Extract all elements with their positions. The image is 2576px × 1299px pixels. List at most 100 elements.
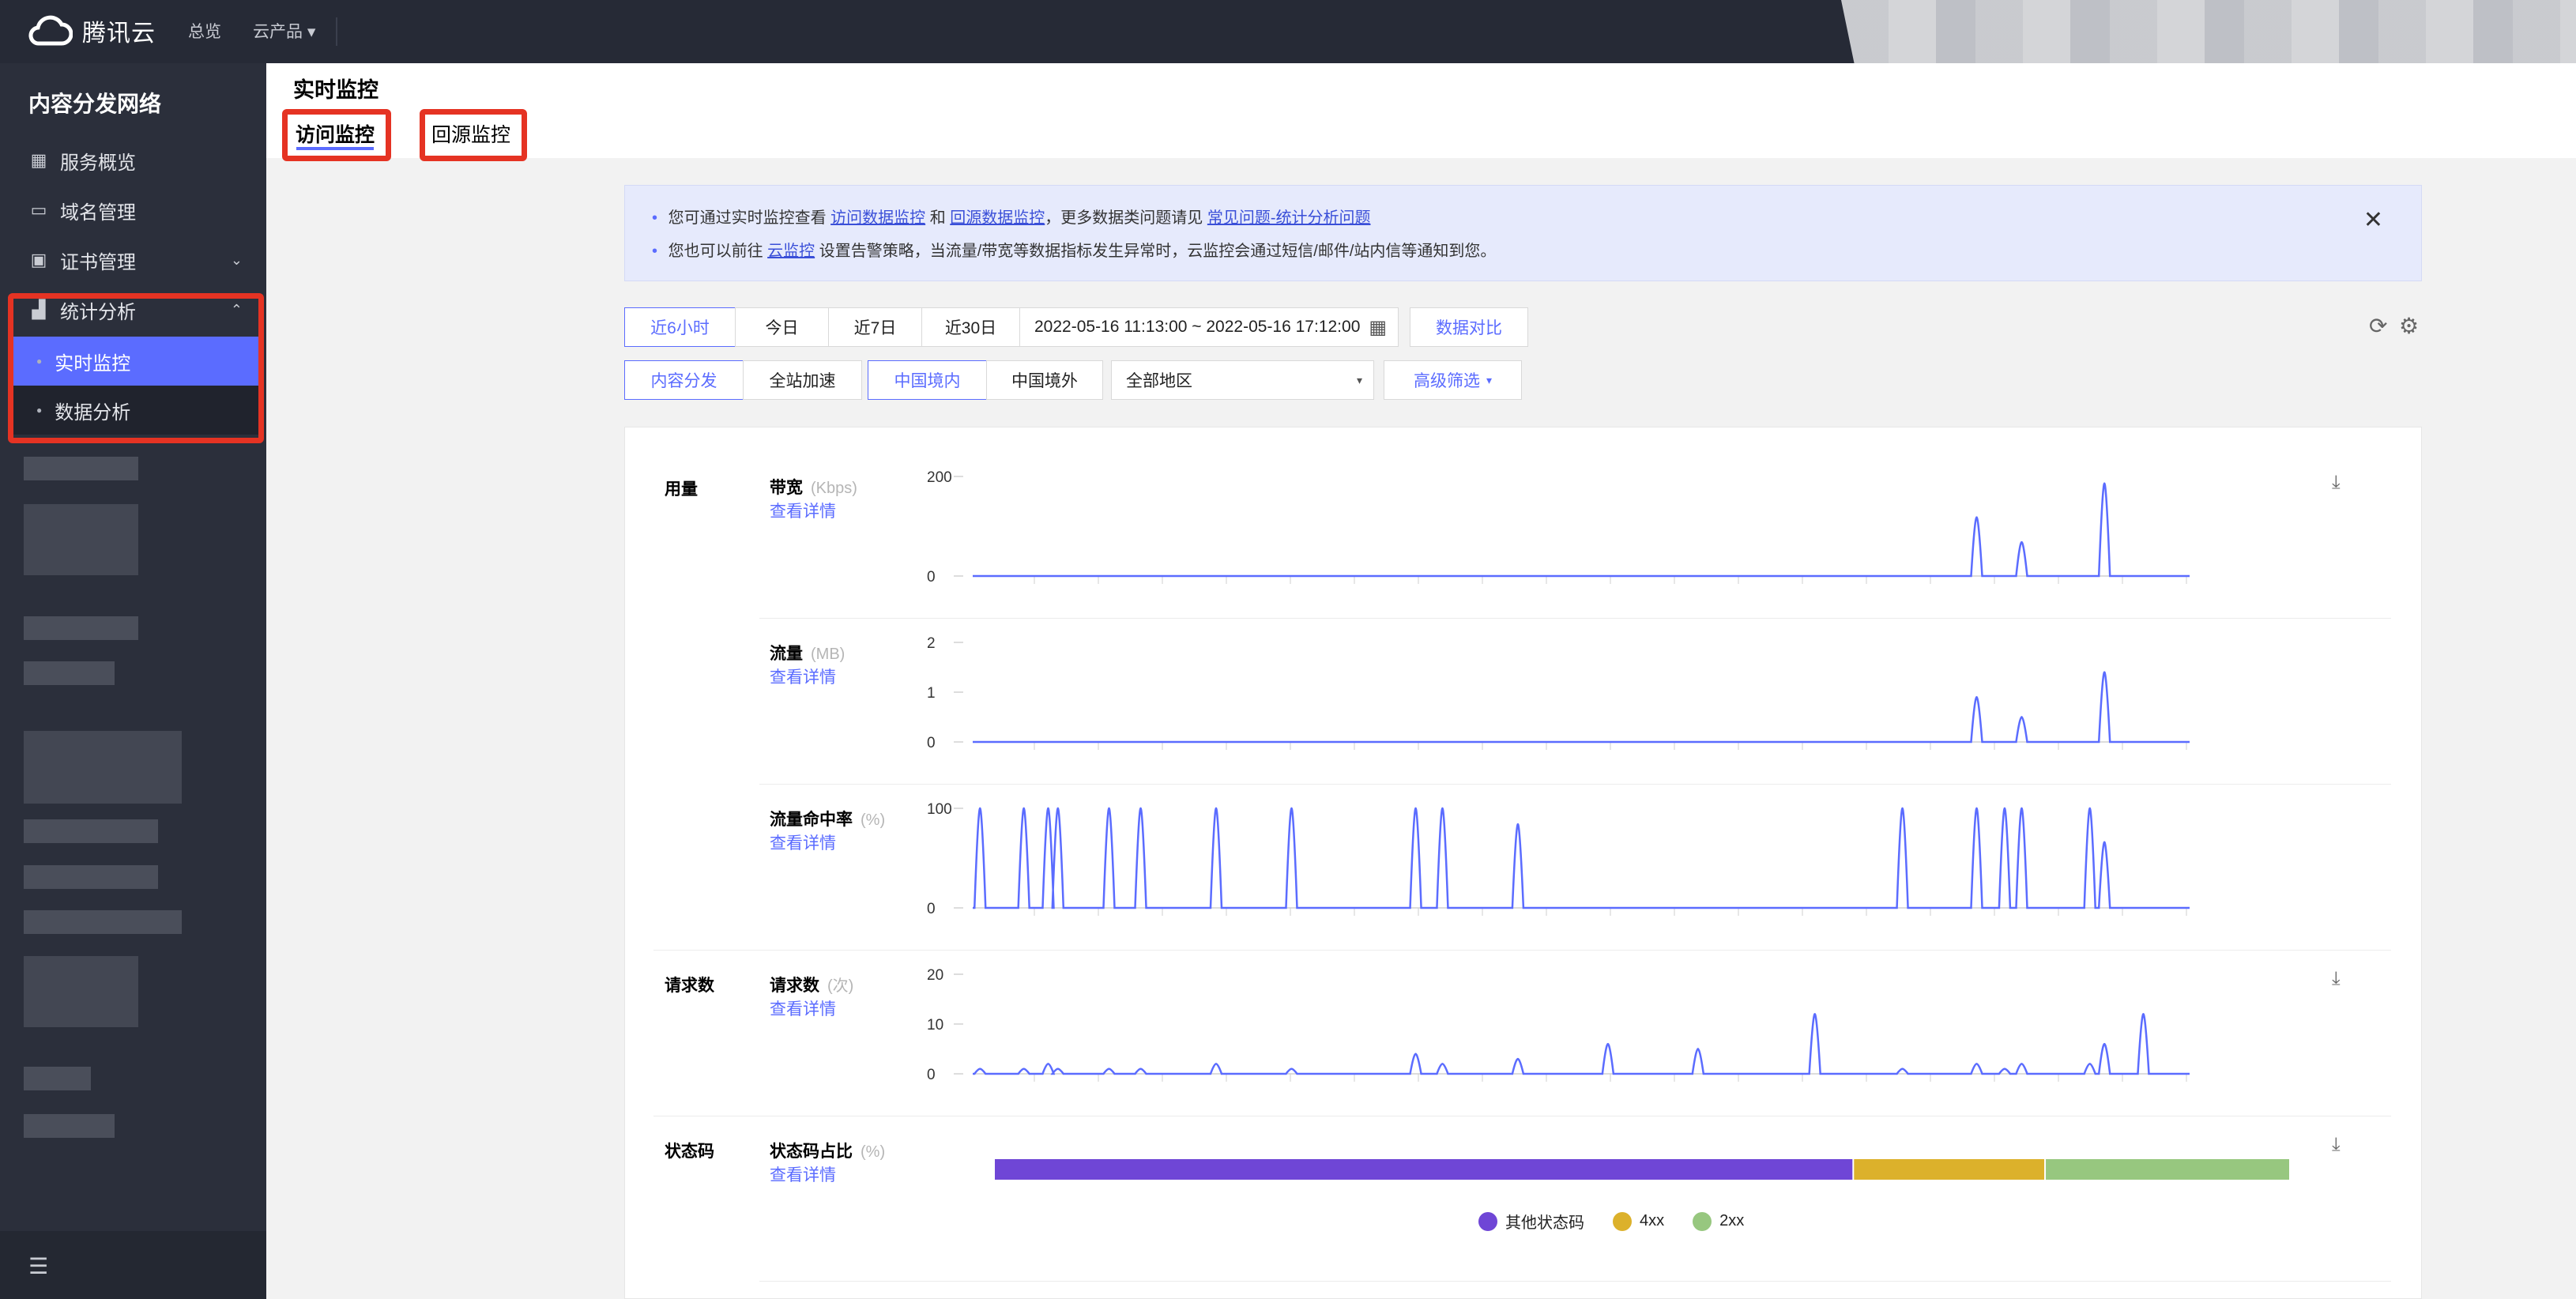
data-point: [1414, 807, 1417, 810]
chevron-down-icon: ▾: [1356, 373, 1362, 386]
close-icon[interactable]: ✕: [2363, 206, 2383, 234]
legend-label: 4xx: [1640, 1212, 1665, 1229]
blurred-menu-item: [24, 1067, 91, 1090]
data-point: [1901, 1067, 1904, 1070]
time-range-30d-button[interactable]: 近30日: [921, 307, 1020, 347]
y-tick-label: 0: [927, 569, 936, 585]
area-select-value: 全部地区: [1126, 372, 1192, 390]
section-divider: [653, 950, 2391, 951]
row-title-text: 带宽: [770, 479, 803, 497]
link-origin-data-monitor[interactable]: 回源数据监控: [950, 209, 1045, 227]
brand-logo[interactable]: 腾讯云: [27, 11, 156, 51]
row-unit: (MB): [811, 646, 845, 663]
gear-icon[interactable]: ⚙: [2399, 313, 2419, 339]
y-tick-label: 10: [927, 1017, 943, 1034]
advanced-filter-button[interactable]: 高级筛选 ▾: [1384, 360, 1522, 400]
highlight-box-tab-origin: [420, 109, 527, 161]
legend-swatch: [1613, 1211, 1632, 1231]
data-point: [1056, 1067, 1059, 1070]
certificate-icon: ▣: [30, 250, 47, 269]
nav-products[interactable]: 云产品 ▾: [253, 19, 315, 43]
data-point: [2088, 807, 2091, 810]
row-divider: [759, 618, 2391, 619]
data-point: [1108, 807, 1110, 810]
service-ecdn-button[interactable]: 全站加速: [743, 360, 862, 400]
row-unit: (次): [827, 977, 854, 995]
legend-item[interactable]: 4xx: [1613, 1211, 1665, 1231]
data-point: [1139, 807, 1142, 810]
download-icon[interactable]: ⤓: [2332, 968, 2341, 990]
monitor-panel: 用量 带宽 (Kbps) 查看详情 ⤓ 200 0 流量 (MB) 查看详情 210 …: [624, 427, 2422, 1299]
chevron-down-icon: ⌄: [230, 251, 243, 268]
data-point: [2142, 1013, 2145, 1015]
series-line: [973, 807, 2190, 909]
date-range-picker[interactable]: 2022-05-16 11:13:00 ~ 2022-05-16 17:12:0…: [1019, 307, 1399, 347]
data-point: [1290, 807, 1293, 810]
nav-overview[interactable]: 总览: [188, 19, 221, 43]
time-range-7d-button[interactable]: 近7日: [828, 307, 922, 347]
legend-item[interactable]: 其他状态码: [1478, 1210, 1584, 1233]
sidebar-item-overview[interactable]: ▦ 服务概览: [0, 136, 266, 185]
data-point: [1813, 1013, 1816, 1015]
data-point: [1441, 1063, 1444, 1065]
region-overseas-button[interactable]: 中国境外: [986, 360, 1103, 400]
view-details-link[interactable]: 查看详情: [770, 830, 836, 854]
view-details-link[interactable]: 查看详情: [770, 499, 836, 522]
status-code-bar: [995, 1159, 2289, 1180]
legend-label: 2xx: [1719, 1212, 1745, 1229]
y-tick-label: 0: [927, 1067, 936, 1083]
row-title-text: 流量: [770, 645, 803, 663]
blurred-menu-item: [24, 661, 115, 685]
status-code-legend: 其他状态码 4xx 2xx: [1478, 1210, 1744, 1233]
y-tick-label: 0: [927, 901, 936, 917]
notice-line: • 您也可以前往 云监控 设置告警策略，当流量/带宽等数据指标发生异常时，云监控…: [652, 238, 1496, 261]
grid-icon: ▦: [30, 150, 47, 170]
bandwidth-chart: 2000: [927, 469, 2190, 585]
legend-label: 其他状态码: [1505, 1214, 1584, 1232]
chevron-down-icon: ▾: [307, 23, 316, 41]
data-point: [979, 807, 981, 810]
blurred-menu-item: [24, 819, 158, 843]
link-cloud-monitor[interactable]: 云监控: [767, 243, 815, 260]
download-icon[interactable]: ⤓: [2332, 1134, 2341, 1156]
status-bar-segment: [2046, 1159, 2289, 1180]
traffic-chart: 2 1 0: [927, 635, 2190, 751]
link-access-data-monitor[interactable]: 访问数据监控: [830, 209, 925, 227]
data-point: [2003, 1067, 2006, 1070]
view-details-link[interactable]: 查看详情: [770, 665, 836, 688]
refresh-icon[interactable]: ⟳: [2369, 313, 2387, 339]
time-range-today-button[interactable]: 今日: [735, 307, 829, 347]
area-select[interactable]: 全部地区 ▾: [1111, 360, 1374, 400]
row-unit: (%): [861, 811, 886, 829]
sidebar-item-domains[interactable]: ▭ 域名管理: [0, 186, 266, 235]
top-bar: 腾讯云 总览 云产品 ▾: [0, 0, 2576, 71]
region-domestic-button[interactable]: 中国境内: [868, 360, 987, 400]
data-point: [1215, 807, 1218, 810]
service-cdn-button[interactable]: 内容分发: [624, 360, 744, 400]
nav-products-label: 云产品: [253, 23, 303, 41]
blurred-menu-item: [24, 1114, 115, 1138]
time-range-6h-button[interactable]: 近6小时: [624, 307, 736, 347]
chevron-down-icon: ▾: [1486, 373, 1493, 386]
section-label-status: 状态码: [665, 1143, 714, 1161]
info-notice: • 您可通过实时监控查看 访问数据监控 和 回源数据监控，更多数据类问题请见 常…: [624, 185, 2422, 281]
data-point: [2103, 671, 2106, 673]
data-point: [1975, 1063, 1978, 1065]
legend-item[interactable]: 2xx: [1693, 1211, 1745, 1231]
data-point: [1108, 1067, 1110, 1070]
collapse-sidebar-icon[interactable]: ☰: [28, 1253, 48, 1279]
main-header: 实时监控 访问监控 回源监控: [266, 63, 2576, 161]
y-tick-label: 2: [927, 635, 936, 652]
data-compare-button[interactable]: 数据对比: [1410, 307, 1528, 347]
section-label-usage: 用量: [665, 480, 698, 499]
sidebar-item-certificates[interactable]: ▣ 证书管理 ⌄: [0, 235, 266, 284]
blurred-account-area: [1841, 0, 2576, 71]
data-point: [979, 1067, 981, 1070]
data-point: [1975, 696, 1978, 698]
link-faq-analytics[interactable]: 常见问题-统计分析问题: [1207, 209, 1371, 227]
highlight-box-analytics: [8, 293, 264, 443]
series-line: [973, 482, 2190, 578]
view-details-link[interactable]: 查看详情: [770, 996, 836, 1020]
download-icon[interactable]: ⤓: [2332, 472, 2341, 494]
view-details-link[interactable]: 查看详情: [770, 1162, 836, 1186]
